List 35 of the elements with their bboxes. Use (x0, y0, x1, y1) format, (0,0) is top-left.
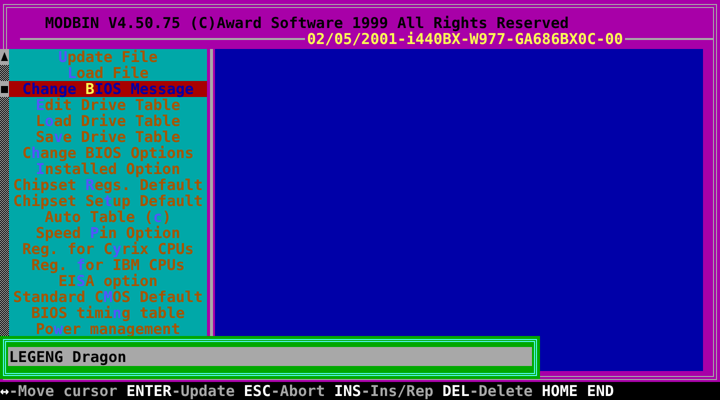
key-name: ESC (244, 383, 271, 399)
menu-item[interactable]: Load File (9, 65, 207, 81)
menu-item[interactable]: BIOS timing table (9, 305, 207, 321)
program-title: MODBIN V4.50.75 (C)Award Software 1999 All Rights Reserved (44, 15, 569, 31)
menu-item[interactable]: Speed Pin Option (9, 225, 207, 241)
menu-item[interactable]: Edit Drive Table (9, 97, 207, 113)
menu-item[interactable]: Installed Option (9, 161, 207, 177)
key-description: -Ins/Rep (361, 383, 434, 399)
menu-item[interactable]: Change BIOS Message (9, 81, 207, 97)
menu-item[interactable]: Standard CMOS Default (9, 289, 207, 305)
scrollbar[interactable] (0, 49, 9, 337)
key-description: -Delete (470, 383, 533, 399)
key-name: HOME (542, 383, 578, 399)
key-description: -Move cursor (9, 383, 118, 399)
menu-item[interactable]: Reg. for Cyrix CPUs (9, 241, 207, 257)
key-name: END (586, 383, 614, 399)
key-description: -Update (172, 383, 235, 399)
menu-item[interactable]: Auto Table (c) (9, 209, 207, 225)
menu-item[interactable]: Save Drive Table (9, 129, 207, 145)
menu-item[interactable]: Chipset Setup Default (9, 193, 207, 209)
menu-item[interactable]: EISA option (9, 273, 207, 289)
key-description: -Abort (270, 383, 326, 399)
menu-item[interactable]: Update File (9, 49, 207, 65)
bios-id: 02/05/2001-i440BX-W977-GA686BX0C-00 (306, 31, 624, 47)
message-input-field[interactable]: LEGENG Dragon (8, 347, 532, 366)
menu-item[interactable]: Chipset Regs. Default (9, 177, 207, 193)
key-name: INS (334, 383, 362, 399)
key-name: DEL (442, 383, 470, 399)
key-name: ENTER (126, 383, 172, 399)
menu-item[interactable]: Load Drive Table (9, 113, 207, 129)
menu-item[interactable]: Reg. for IBM CPUs (9, 257, 207, 273)
menu-item[interactable]: Change BIOS Options (9, 145, 207, 161)
menu-item[interactable]: Power management (9, 321, 207, 337)
key-name: ↔ (0, 383, 10, 399)
scroll-thumb[interactable] (0, 81, 9, 97)
